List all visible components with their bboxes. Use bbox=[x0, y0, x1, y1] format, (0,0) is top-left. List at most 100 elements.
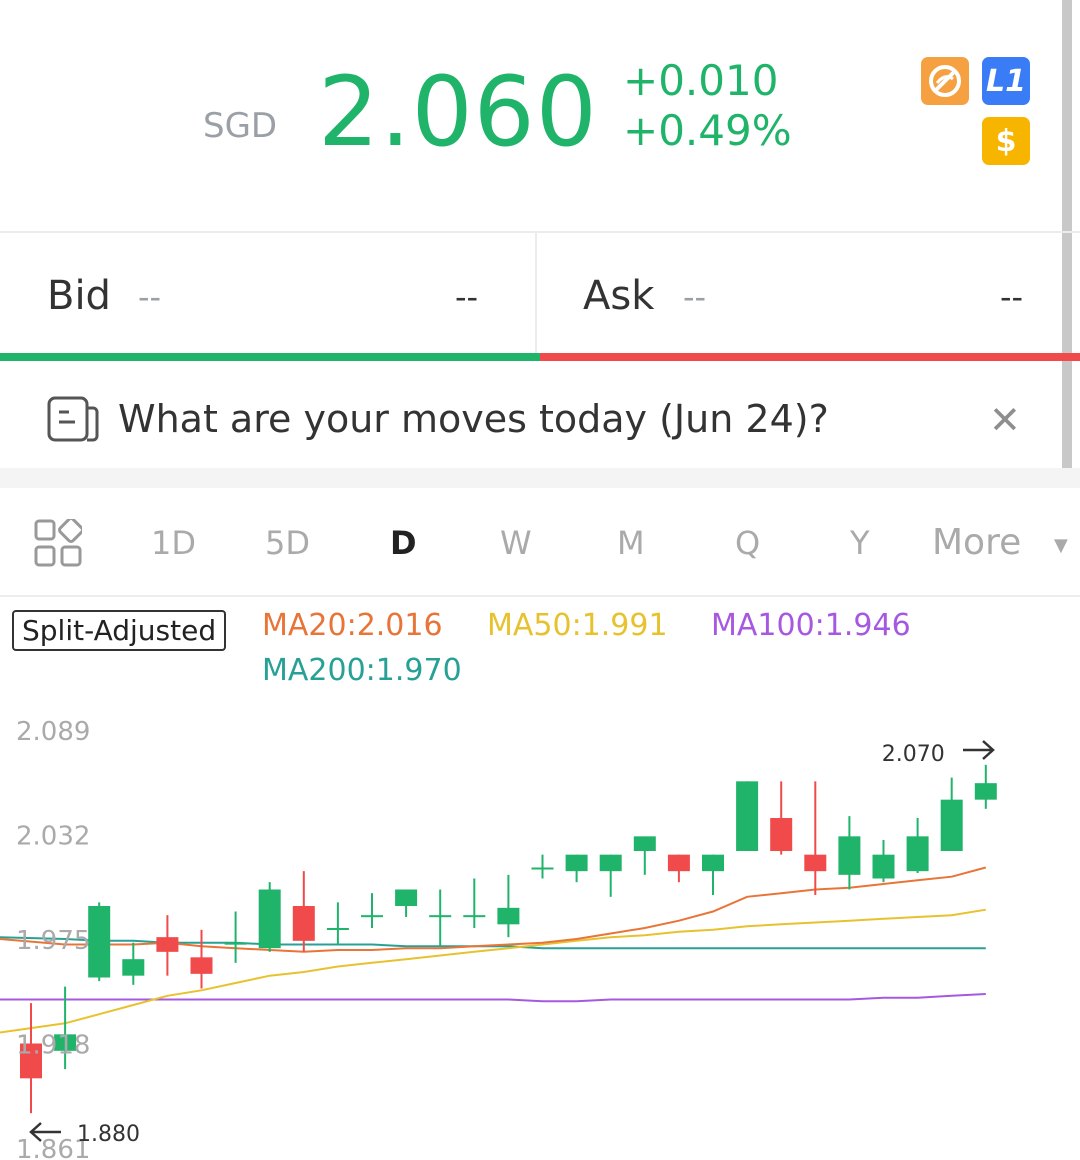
candle bbox=[872, 840, 895, 883]
tab-q[interactable]: Q bbox=[735, 524, 760, 562]
quote-price: 2.060 bbox=[318, 56, 598, 168]
bid-size: -- bbox=[455, 278, 479, 316]
candle-body bbox=[736, 781, 759, 851]
candle-body bbox=[463, 915, 486, 918]
candle-body bbox=[872, 854, 895, 879]
ma200-line bbox=[0, 936, 986, 950]
ma50-line bbox=[0, 908, 986, 1034]
level1-icon[interactable]: L1 bbox=[982, 57, 1030, 105]
tab-1d[interactable]: 1D bbox=[151, 524, 196, 562]
ask-price: -- bbox=[683, 278, 707, 316]
candle-body bbox=[224, 942, 247, 945]
candle-body bbox=[702, 854, 724, 872]
candle bbox=[565, 854, 588, 883]
ma20-line bbox=[0, 866, 987, 953]
candle bbox=[940, 777, 963, 851]
section-separator bbox=[0, 468, 1080, 488]
tab-y[interactable]: Y bbox=[850, 524, 870, 562]
candle-body bbox=[531, 867, 554, 870]
tab-5d[interactable]: 5D bbox=[265, 524, 310, 562]
ask-size: -- bbox=[1000, 278, 1024, 316]
quote-change-percent: +0.49% bbox=[623, 106, 792, 155]
candle-body bbox=[906, 836, 929, 872]
y-tick-label: 2.089 bbox=[16, 717, 90, 747]
candle bbox=[224, 911, 247, 963]
candle bbox=[736, 781, 759, 851]
candle-body bbox=[940, 799, 963, 851]
candle bbox=[838, 816, 861, 890]
chevron-down-icon[interactable]: ▼ bbox=[1054, 535, 1068, 556]
candle bbox=[429, 889, 452, 947]
divider bbox=[0, 595, 1080, 597]
candle bbox=[531, 854, 554, 879]
candle bbox=[599, 854, 622, 897]
candle-body bbox=[770, 818, 793, 851]
candle bbox=[974, 764, 997, 809]
ma50-label: MA50:1.991 bbox=[487, 608, 668, 643]
tab-w[interactable]: W bbox=[500, 524, 532, 562]
candle-body bbox=[326, 928, 349, 930]
close-icon[interactable]: ✕ bbox=[989, 398, 1021, 442]
candle bbox=[88, 902, 111, 982]
candle bbox=[122, 942, 145, 985]
candle-body bbox=[122, 959, 145, 976]
quote-change-value: +0.010 bbox=[623, 56, 779, 105]
low-label: 1.880 bbox=[77, 1122, 140, 1147]
candle-body bbox=[838, 836, 861, 875]
ma100-label: MA100:1.946 bbox=[711, 608, 911, 643]
candle-body bbox=[633, 836, 656, 851]
quote-change: +0.010 +0.49% bbox=[623, 56, 792, 156]
candle bbox=[258, 882, 281, 952]
candle-body bbox=[190, 957, 213, 974]
split-adjusted-toggle[interactable]: Split-Adjusted bbox=[12, 610, 227, 651]
dollar-icon[interactable]: $ bbox=[982, 117, 1030, 165]
candle-body bbox=[497, 907, 520, 925]
candle bbox=[156, 915, 179, 976]
bid-price: -- bbox=[138, 278, 162, 316]
high-label: 2.070 bbox=[882, 742, 945, 767]
candle-body bbox=[667, 854, 690, 872]
no-short-icon[interactable] bbox=[921, 57, 969, 105]
bid-ratio-bar bbox=[0, 353, 540, 361]
candle bbox=[633, 836, 656, 875]
candle bbox=[770, 781, 793, 855]
candle-body bbox=[565, 854, 588, 872]
ask-label: Ask bbox=[583, 273, 655, 319]
ma20-label: MA20:2.016 bbox=[262, 608, 443, 643]
arrow-right-icon bbox=[963, 740, 995, 760]
candle bbox=[667, 854, 690, 883]
banner-text[interactable]: What are your moves today (Jun 24)? bbox=[118, 397, 829, 441]
y-tick-label: 1.975 bbox=[16, 926, 90, 956]
candle-body bbox=[156, 937, 179, 952]
candle bbox=[804, 781, 827, 895]
candle-body bbox=[599, 854, 622, 872]
candle bbox=[395, 889, 418, 917]
candle bbox=[190, 929, 213, 989]
candle-body bbox=[258, 889, 281, 949]
tab-m[interactable]: M bbox=[617, 524, 645, 562]
candle-body bbox=[292, 906, 315, 941]
quote-currency: SGD bbox=[203, 106, 278, 146]
candle bbox=[361, 893, 383, 928]
y-tick-label: 2.032 bbox=[16, 822, 90, 852]
candle-body bbox=[804, 854, 827, 872]
candle bbox=[292, 871, 315, 952]
candle bbox=[906, 818, 929, 873]
candlestick-chart[interactable]: 2.0892.0321.9751.9181.861 2.0701.880 bbox=[0, 690, 1080, 1160]
candle-body bbox=[361, 915, 383, 918]
divider bbox=[0, 231, 1080, 233]
candle bbox=[497, 874, 520, 938]
tab-d[interactable]: D bbox=[390, 524, 417, 562]
candle bbox=[326, 902, 349, 945]
tab-more[interactable]: More bbox=[932, 522, 1021, 563]
ma200-label: MA200:1.970 bbox=[262, 653, 462, 688]
scrollbar[interactable] bbox=[1062, 0, 1072, 485]
bid-label: Bid bbox=[47, 273, 111, 319]
column-divider bbox=[535, 233, 537, 353]
candle bbox=[463, 878, 486, 928]
candle-body bbox=[974, 783, 997, 800]
candle bbox=[702, 854, 724, 895]
candle-body bbox=[395, 889, 418, 906]
grid-icon[interactable] bbox=[34, 517, 84, 571]
candle-body bbox=[429, 915, 452, 918]
